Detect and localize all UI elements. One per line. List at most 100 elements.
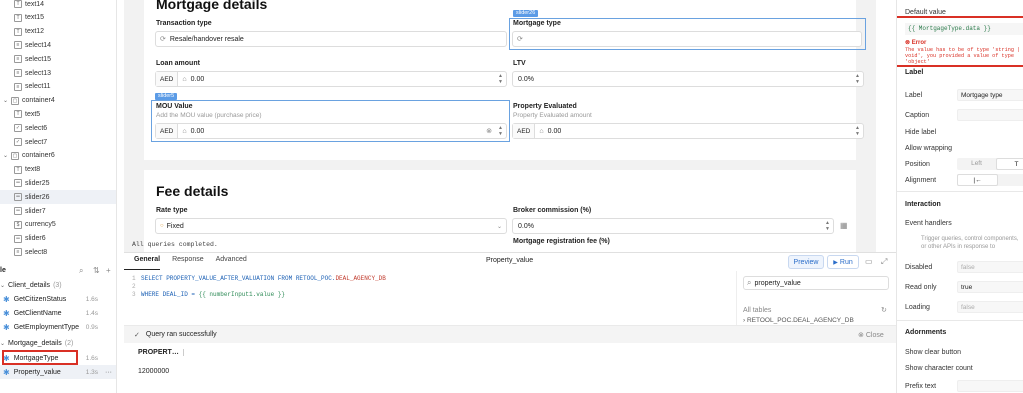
query-item[interactable]: ✱ MortgageType 1.6s: [0, 350, 116, 365]
tree-item[interactable]: ≡ select15: [0, 52, 116, 66]
mortgage-title: Mortgage details: [156, 0, 268, 12]
calculator-icon[interactable]: ▦: [840, 221, 848, 230]
default-value-box[interactable]: {{ MortgageType.data }} ⊗ Error The valu…: [897, 16, 1023, 67]
tab-response[interactable]: Response: [172, 256, 204, 270]
query-item[interactable]: ✱ Property_value 1.3s ···: [0, 365, 116, 379]
panel-toggle-icon[interactable]: ▭: [865, 257, 873, 266]
select-icon: ≡: [14, 82, 22, 91]
refresh-icon[interactable]: ↻: [881, 306, 887, 314]
disabled-input[interactable]: false: [957, 261, 1023, 273]
select-icon: ≡: [14, 248, 22, 257]
align-right-icon[interactable]: [998, 174, 1023, 186]
tree-item[interactable]: ═ slider25: [0, 176, 116, 190]
tree-item-label: select15: [25, 55, 52, 63]
loading-input[interactable]: false: [957, 301, 1023, 313]
tree-item[interactable]: Ttext14: [0, 0, 116, 11]
default-value-code[interactable]: {{ MortgageType.data }}: [905, 23, 1023, 35]
tree-item[interactable]: ═ slider26: [0, 190, 116, 205]
tree-item[interactable]: Ttext15: [0, 11, 116, 25]
tree-item[interactable]: $ currency5: [0, 218, 116, 232]
tree-item[interactable]: ═ slider7: [0, 204, 116, 218]
stepper-icon[interactable]: ▲ ▼: [498, 73, 503, 85]
query-item[interactable]: ✱ GetEmploymentType 0.9s: [0, 320, 116, 334]
readonly-input[interactable]: true: [957, 281, 1023, 293]
position-toggle[interactable]: Left T: [957, 158, 1023, 170]
position-top-option[interactable]: T: [996, 158, 1023, 170]
disabled-label: Disabled: [905, 264, 933, 271]
broker-label: Broker commission (%): [513, 207, 592, 214]
close-result[interactable]: ⊗ Close: [858, 331, 884, 339]
expand-icon[interactable]: ⤢: [881, 257, 887, 267]
label-field-input[interactable]: Mortgage type: [957, 89, 1023, 101]
chevron-down-icon[interactable]: ⌄: [3, 152, 8, 159]
loan-amount-input[interactable]: AED ⌂ 0.00 ▲ ▼: [155, 71, 507, 87]
text-icon: T: [14, 27, 22, 36]
result-column-header[interactable]: PROPERT…: [138, 349, 184, 356]
clear-icon[interactable]: ⊗: [486, 127, 492, 135]
tree-item[interactable]: ≡ select13: [0, 66, 116, 80]
interaction-section-header: Interaction: [905, 201, 941, 208]
query-item[interactable]: ✱ GetCitizenStatus 1.6s: [0, 292, 116, 306]
mou-input[interactable]: AED ⌂ 0.00 ⊗ ▲ ▼: [155, 123, 507, 139]
query-group-client[interactable]: ⌄ Client_details (3): [0, 278, 116, 292]
ltv-value: 0.0%: [518, 75, 534, 83]
tree-item[interactable]: ⌄ ▢ container4: [0, 94, 116, 108]
tree-item[interactable]: Ttext8: [0, 163, 116, 177]
stepper-icon[interactable]: ▲ ▼: [498, 125, 503, 137]
slider-icon: ═: [14, 193, 22, 202]
schema-search[interactable]: ⌕ property_value: [743, 276, 889, 290]
status-line: All queries completed.: [132, 241, 218, 248]
query-item[interactable]: ✱ GetClientName 1.4s: [0, 306, 116, 320]
tree-item[interactable]: ≡ select14: [0, 38, 116, 52]
loan-currency-prefix: AED: [156, 72, 179, 86]
chevron-down-icon: ⌄: [0, 340, 6, 347]
tree-item[interactable]: ≡ select11: [0, 80, 116, 94]
tree-item[interactable]: ═ slider6: [0, 232, 116, 246]
rate-type-label: Rate type: [156, 207, 188, 214]
select-icon: ≡: [14, 69, 22, 77]
query-group-mortgage[interactable]: ⌄ Mortgage_details (2): [0, 336, 116, 350]
query-name[interactable]: Property_value: [486, 257, 533, 264]
query-list: le ⌕ ⇅ + ⌄ Client_details (3) ⌄ Mortgage…: [0, 262, 117, 393]
tab-advanced[interactable]: Advanced: [216, 256, 247, 270]
property-evaluated-input[interactable]: AED ⌂ 0.00 ▲ ▼: [512, 123, 864, 139]
position-left-option[interactable]: Left: [957, 158, 996, 170]
ltv-input[interactable]: 0.0% ▲ ▼: [512, 71, 864, 87]
tree-item-label: text14: [25, 0, 45, 8]
stepper-icon[interactable]: ▲ ▼: [855, 73, 860, 85]
filter-icon[interactable]: ⇅: [93, 266, 100, 275]
align-left-icon[interactable]: |←: [957, 174, 998, 186]
caption-input[interactable]: [957, 109, 1023, 121]
tree-item[interactable]: Ttext12: [0, 25, 116, 39]
table-entry[interactable]: › RETOOL_POC.DEAL_AGENCY_DB: [743, 317, 854, 324]
tree-item[interactable]: ⌄ ▢ container6: [0, 149, 116, 163]
tree-item[interactable]: ≡ select8: [0, 245, 116, 259]
more-icon[interactable]: ···: [105, 369, 112, 376]
code-editor[interactable]: 1 2 3 SELECT PROPERTY_VALUE_AFTER_VALUAT…: [132, 271, 732, 321]
rate-type-select[interactable]: ○ Fixed ⌄: [155, 218, 507, 234]
run-button[interactable]: ▶ Run: [827, 255, 859, 269]
broker-input[interactable]: 0.0% ▲ ▼: [512, 218, 834, 234]
stepper-icon[interactable]: ▲ ▼: [825, 220, 830, 232]
stepper-icon[interactable]: ▲ ▼: [855, 125, 860, 137]
tree-item[interactable]: ✓ select6: [0, 121, 116, 135]
search-icon[interactable]: ⌕: [79, 266, 83, 276]
add-icon[interactable]: +: [106, 266, 111, 275]
error-message: The value has to be of type 'string | vo…: [905, 47, 1021, 65]
tree-item[interactable]: Ttext5: [0, 107, 116, 121]
query-group-client-label: Client_details: [8, 281, 51, 289]
alignment-toggle[interactable]: |←: [957, 174, 1023, 186]
prefix-text-input[interactable]: [957, 380, 1023, 392]
chevron-down-icon[interactable]: ⌄: [497, 223, 502, 230]
allow-wrapping-label: Allow wrapping: [905, 145, 953, 152]
slider-icon: ═: [14, 207, 22, 215]
query-name: GetCitizenStatus: [13, 295, 67, 303]
tab-general[interactable]: General: [124, 256, 161, 270]
mortgage-type-select[interactable]: ⟳: [512, 31, 862, 47]
transaction-type-select[interactable]: ⟳ Resale/handover resale: [155, 31, 507, 47]
preview-button[interactable]: Preview: [788, 255, 824, 269]
chevron-down-icon[interactable]: ⌄: [3, 97, 8, 104]
text-icon: T: [14, 110, 22, 119]
tree-item[interactable]: ✓ select7: [0, 135, 116, 149]
chevron-right-icon: ›: [743, 317, 746, 324]
